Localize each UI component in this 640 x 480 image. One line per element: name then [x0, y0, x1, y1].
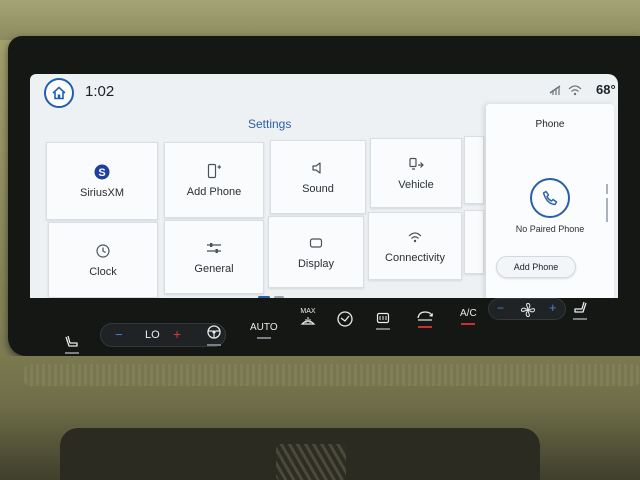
driver-seat-heat-button[interactable]	[64, 334, 80, 354]
phone-panel-title: Phone	[535, 119, 565, 130]
infotainment-screen: 1:02 68° Settings S SiriusXM Add Phone S…	[30, 74, 618, 298]
max-label: MAX	[300, 308, 316, 315]
sound-icon	[312, 162, 321, 174]
rear-defrost-icon	[376, 312, 390, 324]
phone-panel: Phone No Paired Phone Add Phone	[486, 104, 614, 298]
add-phone-button[interactable]: Add Phone	[496, 256, 576, 278]
outside-temperature: 68°	[596, 82, 616, 97]
tile-connectivity[interactable]: Connectivity	[368, 212, 462, 280]
tile-clock[interactable]: Clock	[48, 222, 158, 298]
mute-icon	[549, 85, 561, 95]
fan-down-button[interactable]: −	[497, 301, 504, 315]
tile-siriusxm[interactable]: S SiriusXM	[46, 142, 158, 220]
tile-label: Clock	[89, 266, 117, 278]
clock-icon	[96, 244, 110, 258]
hvac-controls: − LO + AUTO MAX A/C − +	[30, 298, 620, 358]
fan-up-button[interactable]: +	[549, 300, 557, 315]
climate-person-icon	[337, 311, 353, 327]
fan-speed-control[interactable]: − +	[488, 298, 566, 320]
fan-icon	[520, 302, 536, 318]
vehicle-icon	[409, 157, 424, 170]
wifi-icon	[408, 232, 422, 243]
temp-down-button[interactable]: −	[115, 327, 123, 342]
sliders-icon	[207, 243, 221, 253]
tile-general[interactable]: General	[164, 220, 264, 294]
tile-display[interactable]: Display	[268, 216, 364, 288]
phone-status: No Paired Phone	[515, 224, 585, 234]
tile-label: Sound	[302, 183, 334, 195]
temp-up-button[interactable]: +	[173, 326, 181, 342]
tile-sound[interactable]: Sound	[270, 140, 366, 214]
home-button[interactable]	[44, 78, 74, 108]
ac-button[interactable]: A/C	[460, 308, 477, 325]
driver-temp-value: LO	[145, 329, 160, 341]
rear-defrost-button[interactable]	[376, 312, 390, 330]
tile-partial[interactable]	[464, 136, 484, 204]
phone-button[interactable]	[530, 178, 570, 218]
dashboard-trim	[24, 364, 640, 386]
seat-heat-icon	[65, 335, 78, 347]
auto-label: AUTO	[250, 322, 278, 333]
steering-wheel-icon	[207, 325, 221, 339]
wifi-icon	[568, 85, 582, 96]
front-defrost-icon	[300, 317, 316, 325]
tile-vehicle[interactable]: Vehicle	[370, 138, 462, 208]
climate-mode-button[interactable]	[336, 310, 354, 328]
seat-heat-icon	[574, 301, 587, 313]
max-defrost-button[interactable]: MAX	[300, 308, 316, 327]
siriusxm-icon: S	[94, 164, 110, 180]
recirculation-button[interactable]	[416, 310, 434, 328]
recirculation-icon	[417, 311, 434, 321]
air-vent	[276, 444, 346, 480]
svg-text:S: S	[98, 167, 105, 179]
add-phone-icon	[207, 163, 221, 179]
phone-icon	[542, 190, 558, 206]
passenger-seat-heat-button[interactable]	[572, 300, 588, 320]
tile-label: Add Phone	[186, 186, 242, 198]
tile-label: Connectivity	[385, 252, 445, 264]
tile-partial[interactable]	[464, 210, 484, 274]
clock-time: 1:02	[85, 83, 115, 100]
panel-scrollbar[interactable]	[602, 184, 614, 294]
tile-label: General	[194, 263, 234, 275]
tile-add-phone[interactable]: Add Phone	[164, 142, 264, 218]
dashboard-top	[0, 0, 640, 40]
tile-label: Display	[297, 258, 335, 270]
auto-button[interactable]: AUTO	[250, 322, 278, 339]
display-icon	[309, 238, 323, 248]
page-title: Settings	[248, 117, 292, 131]
tile-label: Vehicle	[398, 179, 434, 191]
ac-label: A/C	[460, 308, 477, 319]
heated-steering-button[interactable]	[206, 324, 222, 346]
home-icon	[52, 86, 66, 100]
tile-label: SiriusXM	[79, 187, 124, 199]
